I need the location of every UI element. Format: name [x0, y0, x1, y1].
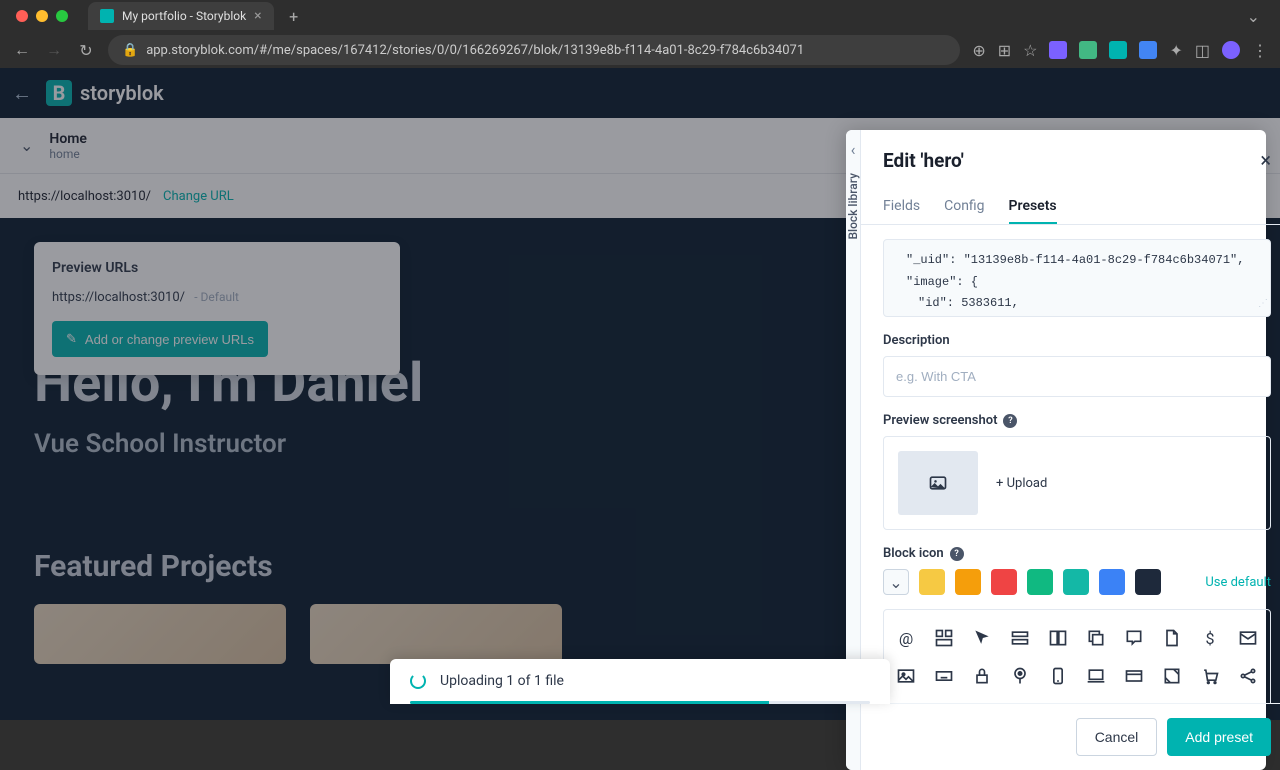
browser-tab-bar: My portfolio - Storyblok × + ⌄	[0, 0, 1280, 32]
upload-progress-toast: Uploading 1 of 1 file	[390, 659, 890, 704]
back-button[interactable]: ←	[12, 40, 32, 60]
browser-url-bar: ← → ↻ 🔒 app.storyblok.com/#/me/spaces/16…	[0, 32, 1280, 68]
extension-icon[interactable]	[1109, 41, 1127, 59]
browser-tab[interactable]: My portfolio - Storyblok ×	[88, 2, 274, 30]
help-icon[interactable]: ?	[950, 547, 964, 561]
color-swatch[interactable]	[1135, 569, 1161, 595]
resize-handle-icon[interactable]: ⋰	[1258, 296, 1268, 314]
lock-icon: 🔒	[122, 43, 138, 58]
color-swatch[interactable]	[1027, 569, 1053, 595]
tab-fields[interactable]: Fields	[883, 190, 920, 224]
color-swatch[interactable]	[955, 569, 981, 595]
spinner-icon	[410, 673, 426, 689]
lock-icon[interactable]	[968, 662, 996, 690]
credit-card-icon[interactable]	[1120, 662, 1148, 690]
minimize-window-button[interactable]	[36, 10, 48, 22]
extension-icon[interactable]	[1079, 41, 1097, 59]
tab-favicon	[100, 9, 114, 23]
extensions-menu-icon[interactable]: ✦	[1169, 41, 1182, 60]
close-panel-button[interactable]: ×	[1260, 148, 1271, 172]
panel-title: Edit 'hero'	[883, 149, 964, 172]
screenshot-label: Preview screenshot	[883, 413, 997, 428]
menu-icon[interactable]: ⋮	[1252, 41, 1268, 60]
share-icon[interactable]	[1234, 662, 1262, 690]
profile-avatar[interactable]	[1222, 41, 1240, 59]
copy-icon[interactable]	[1082, 624, 1110, 652]
upload-status-text: Uploading 1 of 1 file	[440, 673, 564, 689]
extension-icons: ⊕ ⊞ ☆ ✦ ◫ ⋮	[972, 41, 1268, 60]
bookmark-icon[interactable]: ☆	[1023, 41, 1037, 60]
progress-fill	[410, 701, 769, 704]
window-controls	[8, 10, 76, 22]
description-input[interactable]	[883, 356, 1271, 397]
color-swatch-none[interactable]: ⌄	[883, 569, 909, 595]
upload-label: + Upload	[996, 476, 1047, 491]
icon-picker-grid: @ $	[883, 609, 1271, 703]
file-icon[interactable]	[1158, 624, 1186, 652]
tab-close-icon[interactable]: ×	[254, 8, 261, 24]
side-panel-icon[interactable]: ◫	[1195, 41, 1210, 60]
panel-tabs: Fields Config Presets	[861, 190, 1280, 225]
laptop-icon[interactable]	[1082, 662, 1110, 690]
tab-overflow-icon[interactable]: ⌄	[1235, 7, 1272, 26]
image-icon[interactable]	[892, 662, 920, 690]
cancel-button[interactable]: Cancel	[1076, 718, 1158, 756]
block-library-label: Block library	[846, 173, 860, 240]
color-swatch[interactable]	[1099, 569, 1125, 595]
json-line: "alt": ""	[898, 315, 1256, 317]
blocks-icon[interactable]	[930, 624, 958, 652]
help-icon[interactable]: ?	[1003, 414, 1017, 428]
mobile-icon[interactable]	[1044, 662, 1072, 690]
mail-icon[interactable]	[1234, 624, 1262, 652]
description-label: Description	[883, 333, 1271, 348]
tooltip-icon[interactable]	[1120, 624, 1148, 652]
color-swatch[interactable]	[919, 569, 945, 595]
block-icon-label: Block icon	[883, 546, 944, 561]
json-line: "_uid": "13139e8b-f114-4a01-8c29-f784c6b…	[898, 250, 1256, 272]
install-icon[interactable]: ⊞	[998, 41, 1011, 60]
tab-config[interactable]: Config	[944, 190, 984, 224]
upload-screenshot-box[interactable]: + Upload	[883, 436, 1271, 530]
json-line: "id": 5383611,	[898, 293, 1256, 315]
resize-icon[interactable]	[1158, 662, 1186, 690]
rows-icon[interactable]	[1006, 624, 1034, 652]
translate-icon[interactable]: ⊕	[972, 41, 985, 60]
image-placeholder-icon	[898, 451, 978, 515]
columns2-icon[interactable]	[1044, 624, 1072, 652]
pin-icon[interactable]	[1006, 662, 1034, 690]
new-tab-button[interactable]: +	[282, 4, 306, 28]
dollar-icon[interactable]: $	[1196, 624, 1224, 652]
cart-icon[interactable]	[1196, 662, 1224, 690]
progress-bar	[410, 701, 870, 704]
panel-back-icon[interactable]: ‹	[851, 140, 856, 159]
extension-icon[interactable]	[1139, 41, 1157, 59]
tab-title: My portfolio - Storyblok	[122, 9, 246, 23]
cursor-icon[interactable]	[968, 624, 996, 652]
close-window-button[interactable]	[16, 10, 28, 22]
keyboard-icon[interactable]	[930, 662, 958, 690]
use-default-link[interactable]: Use default	[1205, 575, 1271, 590]
forward-button: →	[44, 40, 64, 60]
color-swatch[interactable]	[1063, 569, 1089, 595]
add-preset-button[interactable]: Add preset	[1167, 718, 1271, 756]
color-swatch-row: ⌄ Use default	[883, 569, 1271, 595]
json-preview[interactable]: "_uid": "13139e8b-f114-4a01-8c29-f784c6b…	[883, 239, 1271, 317]
url-text: app.storyblok.com/#/me/spaces/167412/sto…	[146, 43, 804, 58]
at-icon[interactable]: @	[892, 624, 920, 652]
color-swatch[interactable]	[991, 569, 1017, 595]
panel-footer: Cancel Add preset	[861, 703, 1280, 770]
extension-icon[interactable]	[1049, 41, 1067, 59]
json-line: "image": {	[898, 272, 1256, 294]
maximize-window-button[interactable]	[56, 10, 68, 22]
edit-block-panel: ‹ Block library Edit 'hero' × Fields Con…	[846, 130, 1266, 770]
tab-presets[interactable]: Presets	[1009, 190, 1057, 224]
address-bar[interactable]: 🔒 app.storyblok.com/#/me/spaces/167412/s…	[108, 35, 960, 65]
reload-button[interactable]: ↻	[76, 40, 96, 60]
